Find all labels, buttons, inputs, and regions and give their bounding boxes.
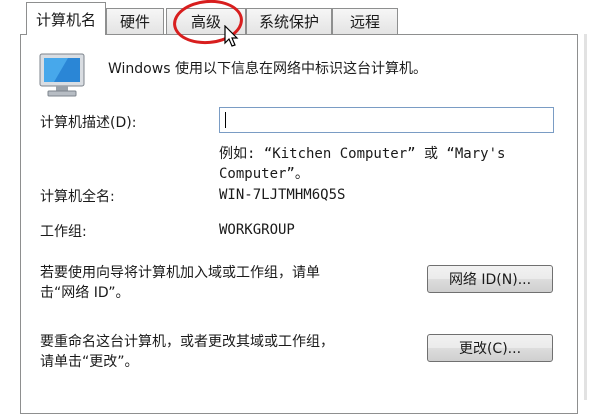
tab-label: 计算机名 xyxy=(35,10,96,29)
example-line-1: 例如: “Kitchen Computer” 或 “Mary's xyxy=(219,146,506,162)
network-id-line-1: 若要使用向导将计算机加入域或工作组，请单 xyxy=(40,265,320,281)
change-button[interactable]: 更改(C)... xyxy=(427,334,553,362)
network-id-button-label: 网络 ID(N)... xyxy=(448,272,532,288)
rename-instructions: 要重命名这台计算机，或者更改其域或工作组， 请单击“更改”。 xyxy=(40,332,334,372)
workgroup-value: WORKGROUP xyxy=(219,222,295,238)
computer-monitor-icon xyxy=(39,53,85,97)
full-name-label: 计算机全名: xyxy=(40,189,115,205)
workgroup-label: 工作组: xyxy=(40,224,87,240)
tab-remote[interactable]: 远程 xyxy=(332,8,398,34)
tab-hardware[interactable]: 硬件 xyxy=(106,8,164,34)
mouse-pointer-icon xyxy=(224,25,239,47)
change-button-label: 更改(C)... xyxy=(458,341,522,357)
description-example: 例如: “Kitchen Computer” 或 “Mary's Compute… xyxy=(219,144,505,184)
full-name-value: WIN-7LJTMHM6Q5S xyxy=(219,187,346,203)
rename-line-1: 要重命名这台计算机，或者更改其域或工作组， xyxy=(40,334,334,350)
intro-text: Windows 使用以下信息在网络中标识这台计算机。 xyxy=(108,61,427,77)
tab-label: 系统保护 xyxy=(258,13,319,31)
tab-label: 硬件 xyxy=(119,13,150,31)
window-edge xyxy=(584,34,587,400)
tab-label: 远程 xyxy=(349,13,380,31)
network-id-instructions: 若要使用向导将计算机加入域或工作组，请单 击“网络 ID”。 xyxy=(40,263,320,303)
description-label: 计算机描述(D): xyxy=(40,115,137,131)
tab-system-protection[interactable]: 系统保护 xyxy=(246,8,332,34)
rename-line-2: 请单击“更改”。 xyxy=(40,354,139,370)
text-caret xyxy=(225,112,226,128)
computer-description-input[interactable] xyxy=(219,107,554,133)
network-id-button[interactable]: 网络 ID(N)... xyxy=(427,265,553,293)
example-line-2: Computer”。 xyxy=(219,166,309,182)
network-id-line-2: 击“网络 ID”。 xyxy=(40,285,130,301)
tab-strip: 计算机名 硬件 高级 系统保护 远程 xyxy=(0,0,600,36)
tab-computer-name[interactable]: 计算机名 xyxy=(26,2,106,35)
